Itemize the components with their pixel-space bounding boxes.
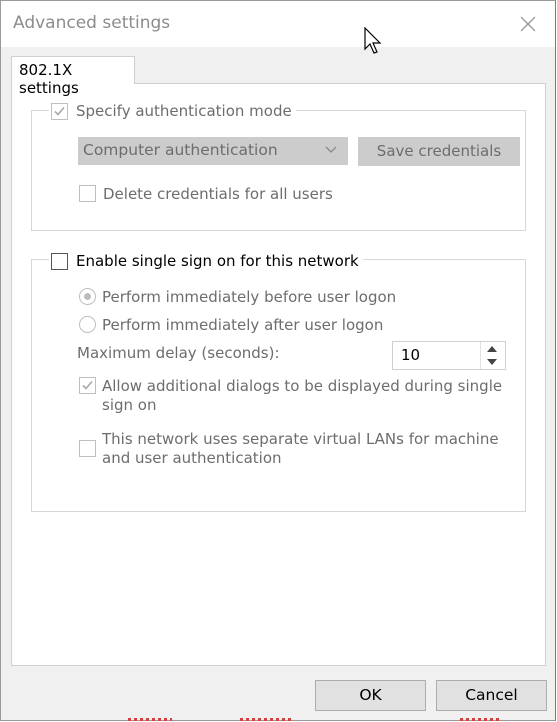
spin-arrows[interactable] (480, 342, 505, 369)
max-delay-label: Maximum delay (seconds): (77, 344, 280, 362)
advanced-settings-dialog: Advanced settings 802.1X settings Specif… (0, 0, 556, 721)
vlan-line2: and user authentication (102, 449, 282, 467)
specify-auth-label: Specify authentication mode (76, 102, 292, 120)
radio-before-row: Perform immediately before user logon (79, 288, 396, 307)
enable-sso-row: Enable single sign on for this network (49, 251, 363, 271)
background-edge-fragment (128, 718, 172, 721)
auth-mode-group (31, 110, 526, 231)
vlan-row: This network uses separate virtual LANs … (79, 430, 499, 468)
spin-down-icon[interactable] (487, 359, 497, 365)
allow-dialogs-line2: sign on (102, 396, 157, 414)
background-edge-fragment (240, 718, 292, 721)
save-credentials-button[interactable]: Save credentials (358, 137, 520, 166)
background-edge-fragment (460, 718, 500, 721)
max-delay-spinbox[interactable]: 10 (392, 341, 506, 370)
window-title: Advanced settings (13, 13, 171, 33)
delete-credentials-row: Delete credentials for all users (79, 185, 333, 204)
ok-button[interactable]: OK (315, 680, 426, 711)
close-icon[interactable] (511, 7, 545, 41)
radio-after-logon[interactable] (79, 316, 96, 333)
vlan-label: This network uses separate virtual LANs … (102, 430, 499, 468)
delete-credentials-checkbox[interactable] (79, 185, 96, 202)
allow-dialogs-label: Allow additional dialogs to be displayed… (102, 377, 502, 415)
radio-after-label: Perform immediately after user logon (102, 316, 384, 334)
auth-mode-value: Computer authentication (83, 141, 278, 159)
cancel-button[interactable]: Cancel (436, 680, 547, 711)
max-delay-value: 10 (401, 346, 421, 364)
vlan-checkbox[interactable] (79, 440, 96, 457)
spin-up-icon[interactable] (487, 346, 497, 352)
allow-dialogs-row: Allow additional dialogs to be displayed… (79, 377, 502, 415)
enable-sso-label: Enable single sign on for this network (76, 252, 359, 270)
allow-dialogs-line1: Allow additional dialogs to be displayed… (102, 377, 503, 395)
enable-sso-checkbox[interactable] (51, 252, 68, 270)
tab-802-1x-settings[interactable]: 802.1X settings (11, 56, 135, 97)
vlan-line1: This network uses separate virtual LANs … (102, 430, 499, 448)
radio-before-logon[interactable] (79, 288, 96, 305)
auth-mode-dropdown[interactable]: Computer authentication (78, 137, 348, 165)
chevron-down-icon (325, 146, 337, 153)
tab-label: 802.1X settings (19, 61, 79, 97)
radio-selected-dot (84, 293, 91, 300)
radio-after-row: Perform immediately after user logon (79, 316, 383, 335)
mouse-pointer-icon (364, 27, 382, 54)
title-bar: Advanced settings (1, 1, 555, 47)
delete-credentials-label: Delete credentials for all users (103, 185, 333, 203)
allow-dialogs-checkbox[interactable] (79, 377, 96, 394)
specify-auth-row: Specify authentication mode (49, 101, 296, 121)
radio-before-label: Perform immediately before user logon (102, 288, 397, 306)
specify-auth-checkbox[interactable] (51, 102, 68, 120)
